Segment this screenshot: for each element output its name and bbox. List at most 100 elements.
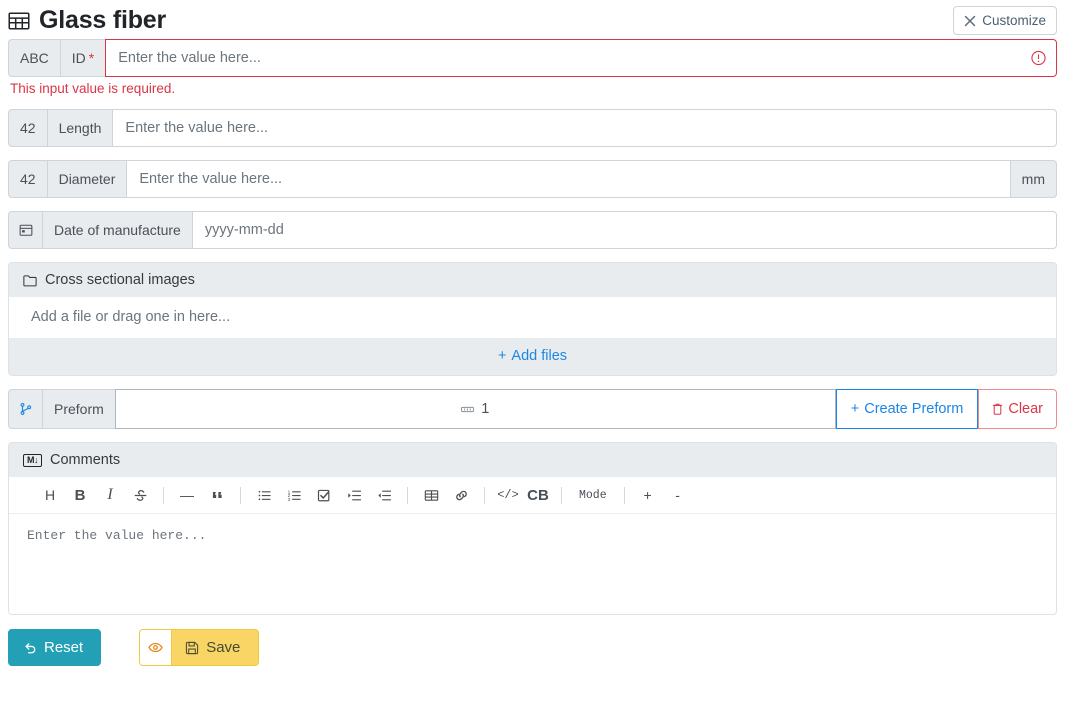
diameter-unit: mm: [1009, 160, 1057, 198]
diameter-label: Diameter: [46, 160, 127, 198]
file-drop-text: Add a file or drag one in here...: [31, 309, 231, 325]
comments-title: Comments: [50, 452, 121, 468]
branch-icon: [8, 389, 42, 429]
toolbar-zoom-out-button[interactable]: -: [665, 483, 691, 507]
file-drop-zone[interactable]: Add a file or drag one in here...: [9, 297, 1056, 338]
required-marker: *: [88, 50, 95, 66]
toolbar-link-button[interactable]: [448, 483, 474, 507]
reset-label: Reset: [44, 639, 84, 656]
comments-placeholder: Enter the value here...: [27, 528, 207, 543]
folder-icon: [23, 274, 37, 287]
toolbar-blockquote-button[interactable]: [204, 483, 230, 507]
toolbar-italic-button[interactable]: I: [97, 483, 123, 507]
length-input[interactable]: Enter the value here...: [112, 109, 1057, 147]
toolbar-separator: [163, 486, 164, 504]
toolbar-strikethrough-button[interactable]: [127, 483, 153, 507]
preview-toggle-button[interactable]: [140, 630, 173, 665]
floppy-icon: [185, 641, 199, 655]
toolbar-table-button[interactable]: [418, 483, 444, 507]
reset-button[interactable]: Reset: [8, 629, 102, 666]
toolbar-separator: [484, 486, 485, 504]
toolbar-check-list-button[interactable]: [311, 483, 337, 507]
cross-sectional-images-title: Cross sectional images: [45, 272, 195, 288]
toolbar-zoom-in-button[interactable]: +: [635, 483, 661, 507]
exclamation-circle-icon: [1031, 50, 1046, 66]
page-title-group: Glass fiber: [8, 6, 166, 35]
eye-icon: [148, 642, 163, 653]
id-input-placeholder: Enter the value here...: [118, 50, 261, 66]
comments-header: M↓ Comments: [9, 443, 1056, 477]
diameter-input[interactable]: Enter the value here...: [126, 160, 1010, 198]
toolbar-bold-button[interactable]: B: [67, 483, 93, 507]
toolbar-numbered-list-button[interactable]: 1 2 3: [281, 483, 307, 507]
field-row-diameter: 42 Diameter Enter the value here... mm: [8, 160, 1057, 198]
length-type-badge: 42: [8, 109, 47, 147]
diameter-input-placeholder: Enter the value here...: [139, 171, 283, 187]
toolbar-code-block-button[interactable]: CB: [525, 483, 551, 507]
record-icon: [461, 405, 475, 414]
comments-editor: M↓ Comments H B I — 1 2 3 </> CB Mode + …: [8, 442, 1057, 615]
length-input-placeholder: Enter the value here...: [125, 120, 269, 136]
toolbar-indent-button[interactable]: [341, 483, 367, 507]
trash-icon: [992, 403, 1003, 415]
create-preform-button[interactable]: + Create Preform: [835, 389, 979, 429]
toolbar-separator: [407, 486, 408, 504]
form-footer: Reset Save: [0, 615, 1065, 666]
field-row-length: 42 Length Enter the value here...: [8, 109, 1057, 147]
preform-label: Preform: [42, 389, 115, 429]
id-input[interactable]: Enter the value here...: [105, 39, 1057, 77]
toolbar-outdent-button[interactable]: [371, 483, 397, 507]
toolbar-separator: [623, 486, 625, 504]
toolbar-mode-button[interactable]: Mode: [572, 483, 614, 507]
date-of-manufacture-label: Date of manufacture: [42, 211, 192, 249]
preform-linked-chip[interactable]: 1: [461, 401, 489, 417]
markdown-icon: M↓: [23, 453, 42, 467]
id-label-text: ID: [71, 50, 86, 66]
save-label: Save: [206, 639, 241, 656]
clear-preform-label: Clear: [1008, 401, 1043, 417]
save-button-group: Save: [139, 629, 260, 666]
date-of-manufacture-placeholder: yyyy-mm-dd: [204, 222, 284, 238]
id-type-badge: ABC: [8, 39, 60, 77]
field-row-date-of-manufacture: Date of manufacture yyyy-mm-dd: [8, 211, 1057, 249]
wrench-icon: [964, 15, 976, 27]
toolbar-bullet-list-button[interactable]: [251, 483, 277, 507]
field-row-preform: Preform 1 + Create Preform Clear: [8, 389, 1057, 429]
comments-textarea[interactable]: Enter the value here...: [9, 514, 1056, 614]
toolbar-separator: [561, 486, 562, 504]
toolbar-heading-button[interactable]: H: [37, 483, 63, 507]
undo-icon: [23, 641, 37, 655]
add-files-button[interactable]: + Add files: [498, 348, 567, 364]
plus-icon: +: [497, 348, 507, 364]
comments-toolbar: H B I — 1 2 3 </> CB Mode + -: [9, 477, 1056, 514]
length-label: Length: [46, 109, 113, 147]
table-icon: [8, 10, 30, 32]
clear-preform-button[interactable]: Clear: [978, 389, 1057, 429]
toolbar-inline-code-button[interactable]: </>: [495, 483, 521, 507]
preform-chip-value: 1: [481, 401, 490, 417]
add-files-label: Add files: [511, 348, 568, 364]
add-files-footer: + Add files: [9, 338, 1056, 375]
create-preform-label: Create Preform: [864, 401, 964, 417]
preform-input[interactable]: 1: [114, 389, 836, 429]
id-label: ID *: [59, 39, 106, 77]
cross-sectional-images-card: Cross sectional images Add a file or dra…: [8, 262, 1057, 376]
save-button[interactable]: Save: [172, 630, 259, 665]
id-error-message: This input value is required.: [10, 81, 176, 96]
page-header: Glass fiber Customize: [0, 0, 1065, 39]
date-of-manufacture-input[interactable]: yyyy-mm-dd: [191, 211, 1057, 249]
field-row-id: ABC ID * Enter the value here...: [8, 39, 1057, 77]
toolbar-horizontal-rule-button[interactable]: —: [174, 483, 200, 507]
cross-sectional-images-header: Cross sectional images: [9, 263, 1056, 297]
svg-text:3: 3: [287, 496, 290, 501]
entry-form-page: Glass fiber Customize ABC ID * Enter the …: [0, 0, 1065, 704]
customize-label: Customize: [982, 13, 1046, 28]
toolbar-separator: [240, 486, 241, 504]
customize-button[interactable]: Customize: [953, 6, 1057, 35]
